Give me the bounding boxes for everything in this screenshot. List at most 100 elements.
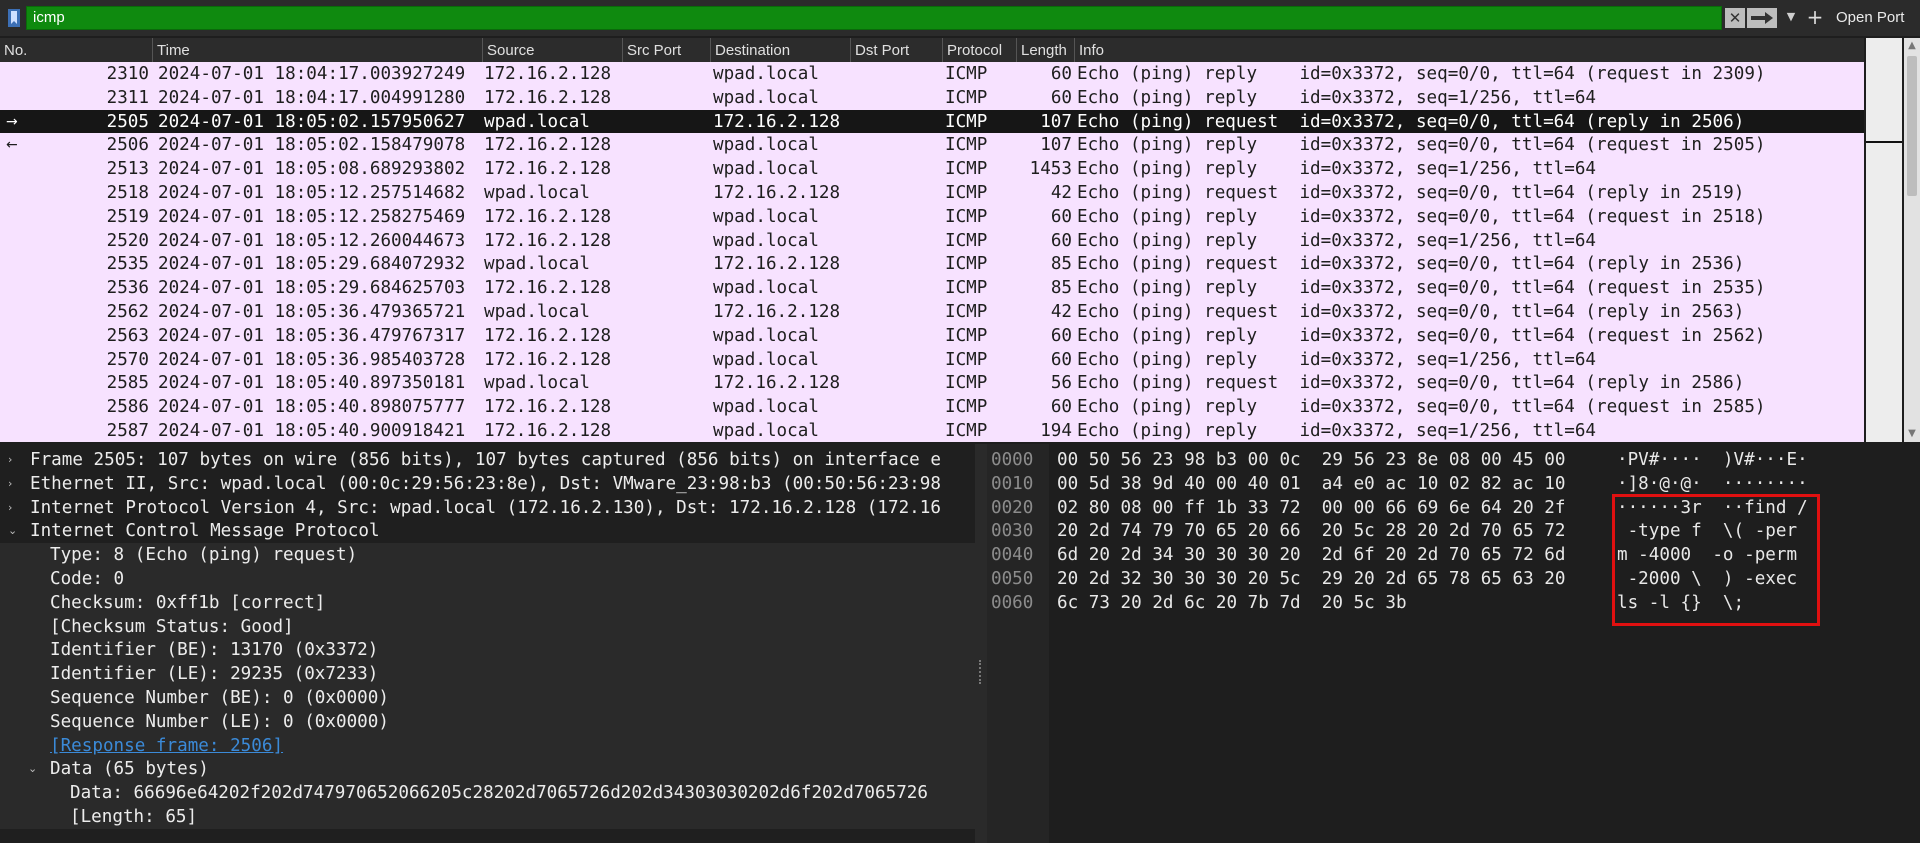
detail-tree-item[interactable]: [Length: 65] — [0, 805, 975, 829]
detail-tree-item[interactable]: [Checksum Status: Good] — [0, 614, 975, 639]
column-header-time[interactable]: Time — [152, 38, 482, 62]
pane-splitter[interactable] — [975, 444, 987, 843]
packet-length: 56 — [1050, 373, 1072, 394]
byte-offset[interactable]: 0000 — [991, 448, 1033, 472]
expand-arrow-icon[interactable]: › — [8, 448, 22, 472]
display-filter-input[interactable]: icmp — [26, 6, 1722, 30]
detail-text: Code: 0 — [50, 569, 125, 589]
ascii-bytes[interactable]: ·]8·@·@· ········ — [1617, 472, 1808, 496]
open-port-button[interactable]: Open Port — [1836, 8, 1904, 28]
byte-offset[interactable]: 0010 — [991, 472, 1033, 496]
detail-tree-item[interactable]: ⌄ Data (65 bytes) — [0, 757, 975, 782]
detail-text: Frame 2505: 107 bytes on wire (856 bits)… — [30, 450, 941, 470]
packet-row[interactable]: 2505 2024-07-01 18:05:02.157950627 wpad.lo… — [0, 109, 1864, 134]
packet-row[interactable]: 2513 2024-07-01 18:05:08.689293802 172.16.… — [0, 157, 1864, 181]
detail-tree-item[interactable]: Checksum: 0xff1b [correct] — [0, 590, 975, 615]
packet-protocol: ICMP — [945, 325, 988, 346]
apply-filter-button[interactable] — [1747, 8, 1777, 28]
detail-tree-item[interactable]: Sequence Number (LE): 0 (0x0000) — [0, 709, 975, 734]
detail-text: Identifier (LE): 29235 (0x7233) — [50, 664, 379, 685]
collapse-arrow-icon[interactable]: ⌄ — [28, 757, 42, 781]
collapse-arrow-icon[interactable]: ⌄ — [8, 519, 22, 543]
splitter-grip-icon[interactable] — [979, 660, 982, 684]
packet-source: 172.16.2.128 — [484, 325, 612, 346]
packet-minimap[interactable] — [1866, 38, 1902, 442]
byte-offset[interactable]: 0050 — [991, 567, 1033, 591]
recent-filters-dropdown[interactable]: ▼ — [1783, 7, 1799, 27]
clear-filter-button[interactable]: ✕ — [1725, 8, 1745, 28]
packet-destination: wpad.local — [713, 135, 819, 156]
packet-no: 2535 — [106, 254, 149, 275]
packet-row[interactable]: 2587 2024-07-01 18:05:40.900918421 172.16.… — [0, 419, 1864, 442]
detail-tree-item[interactable]: Code: 0 — [0, 567, 975, 591]
detail-tree-item[interactable]: Identifier (LE): 29235 (0x7233) — [0, 662, 975, 686]
hex-bytes[interactable]: 20 2d 32 30 30 30 20 5c 29 20 2d 65 78 6… — [1057, 567, 1565, 591]
detail-tree-item[interactable]: ⌄ Internet Control Message Protocol — [0, 519, 975, 543]
packet-no: 2585 — [106, 373, 149, 394]
hex-bytes[interactable]: 00 5d 38 9d 40 00 40 01 a4 e0 ac 10 02 8… — [1057, 472, 1565, 496]
column-header-dst-port[interactable]: Dst Port — [850, 38, 942, 62]
packet-list: No. Time Source Src Port Destination Dst… — [0, 38, 1864, 442]
column-header-destination[interactable]: Destination — [710, 38, 850, 62]
packet-row[interactable]: 2563 2024-07-01 18:05:36.479767317 172.16.… — [0, 323, 1864, 348]
hex-bytes[interactable]: 6c 73 20 2d 6c 20 7b 7d 20 5c 3b — [1057, 591, 1407, 615]
packet-row[interactable]: 2585 2024-07-01 18:05:40.897350181 wpad.lo… — [0, 371, 1864, 396]
expand-arrow-icon[interactable]: › — [8, 496, 22, 520]
packet-list-scrollbar-thumb[interactable] — [1907, 56, 1917, 196]
packet-no: 2310 — [106, 64, 149, 84]
hex-bytes[interactable]: 20 2d 74 79 70 65 20 66 20 5c 28 20 2d 7… — [1057, 519, 1565, 543]
packet-row[interactable]: 2310 2024-07-01 18:04:17.003927249 172.16.… — [0, 62, 1864, 86]
packet-row[interactable]: 2535 2024-07-01 18:05:29.684072932 wpad.lo… — [0, 252, 1864, 277]
packet-row[interactable]: 2520 2024-07-01 18:05:12.260044673 172.16.… — [0, 228, 1864, 253]
packet-row[interactable]: 2586 2024-07-01 18:05:40.898075777 172.16.… — [0, 395, 1864, 419]
detail-tree-item[interactable]: › Frame 2505: 107 bytes on wire (856 bits… — [0, 448, 975, 472]
packet-no: 2570 — [106, 349, 149, 370]
packet-details-tree: › Frame 2505: 107 bytes on wire (856 bits… — [0, 444, 975, 843]
expand-arrow-icon[interactable]: › — [8, 472, 22, 496]
column-header-info[interactable]: Info — [1074, 38, 1864, 62]
scroll-down-arrow-icon[interactable]: ▼ — [1904, 426, 1920, 442]
packet-row[interactable]: 2570 2024-07-01 18:05:36.985403728 172.16.… — [0, 347, 1864, 372]
byte-offset[interactable]: 0020 — [991, 496, 1033, 520]
ascii-bytes[interactable]: ·PV#···· )V#···E· — [1617, 448, 1808, 472]
packet-row[interactable]: 2518 2024-07-01 18:05:12.257514682 wpad.lo… — [0, 181, 1864, 205]
detail-tree-item[interactable]: Identifier (BE): 13170 (0x3372) — [0, 638, 975, 663]
packet-row[interactable]: 2506 2024-07-01 18:05:02.158479078 172.16.… — [0, 133, 1864, 158]
packet-destination: wpad.local — [713, 349, 819, 370]
detail-tree-item[interactable]: › Internet Protocol Version 4, Src: wpad.… — [0, 496, 975, 520]
packet-row[interactable]: 2519 2024-07-01 18:05:12.258275469 172.16.… — [0, 204, 1864, 229]
packet-protocol: ICMP — [945, 421, 988, 441]
packet-protocol: ICMP — [945, 206, 988, 227]
packet-destination: 172.16.2.128 — [713, 373, 841, 394]
column-header-protocol[interactable]: Protocol — [942, 38, 1016, 62]
hex-bytes[interactable]: 6d 20 2d 34 30 30 30 20 2d 6f 20 2d 70 6… — [1057, 543, 1565, 567]
byte-offset[interactable]: 0040 — [991, 543, 1033, 567]
packet-info: Echo (ping) reply id=0x3372, seq=1/256, … — [1077, 421, 1597, 441]
detail-tree-item[interactable]: › Ethernet II, Src: wpad.local (00:0c:29:… — [0, 472, 975, 496]
scroll-up-arrow-icon[interactable]: ▲ — [1904, 38, 1920, 54]
column-header-length[interactable]: Length — [1016, 38, 1074, 62]
column-header-no[interactable]: No. — [0, 38, 152, 62]
detail-tree-item[interactable]: Sequence Number (BE): 0 (0x0000) — [0, 686, 975, 710]
packet-source: 172.16.2.128 — [484, 64, 612, 84]
packet-time: 2024-07-01 18:05:36.985403728 — [158, 349, 466, 370]
add-filter-button[interactable]: + — [1805, 4, 1825, 30]
packet-row[interactable]: 2562 2024-07-01 18:05:36.479365721 wpad.lo… — [0, 300, 1864, 324]
detail-tree-item[interactable]: Type: 8 (Echo (ping) request) — [0, 543, 975, 567]
packet-time: 2024-07-01 18:05:08.689293802 — [158, 159, 466, 180]
column-header-source[interactable]: Source — [482, 38, 622, 62]
hex-bytes[interactable]: 02 80 08 00 ff 1b 33 72 00 00 66 69 6e 6… — [1057, 496, 1565, 520]
detail-tree-item[interactable]: Data: 66696e64202f202d747970652066205c28… — [0, 781, 975, 805]
packet-length: 107 — [1040, 135, 1072, 156]
packet-time: 2024-07-01 18:05:12.260044673 — [158, 230, 466, 251]
packet-row[interactable]: 2311 2024-07-01 18:04:17.004991280 172.16.… — [0, 85, 1864, 110]
detail-tree-item[interactable]: [Response frame: 2506] — [0, 733, 975, 758]
response-frame-link[interactable]: [Response frame: 2506] — [50, 734, 283, 758]
byte-offset[interactable]: 0030 — [991, 519, 1033, 543]
hex-bytes[interactable]: 00 50 56 23 98 b3 00 0c 29 56 23 8e 08 0… — [1057, 448, 1565, 472]
packet-rows: 2310 2024-07-01 18:04:17.003927249 172.16.… — [0, 62, 1864, 442]
packet-row[interactable]: 2536 2024-07-01 18:05:29.684625703 172.16.… — [0, 276, 1864, 300]
column-header-src-port[interactable]: Src Port — [622, 38, 710, 62]
byte-offset[interactable]: 0060 — [991, 591, 1033, 615]
bookmark-icon[interactable] — [6, 8, 22, 28]
